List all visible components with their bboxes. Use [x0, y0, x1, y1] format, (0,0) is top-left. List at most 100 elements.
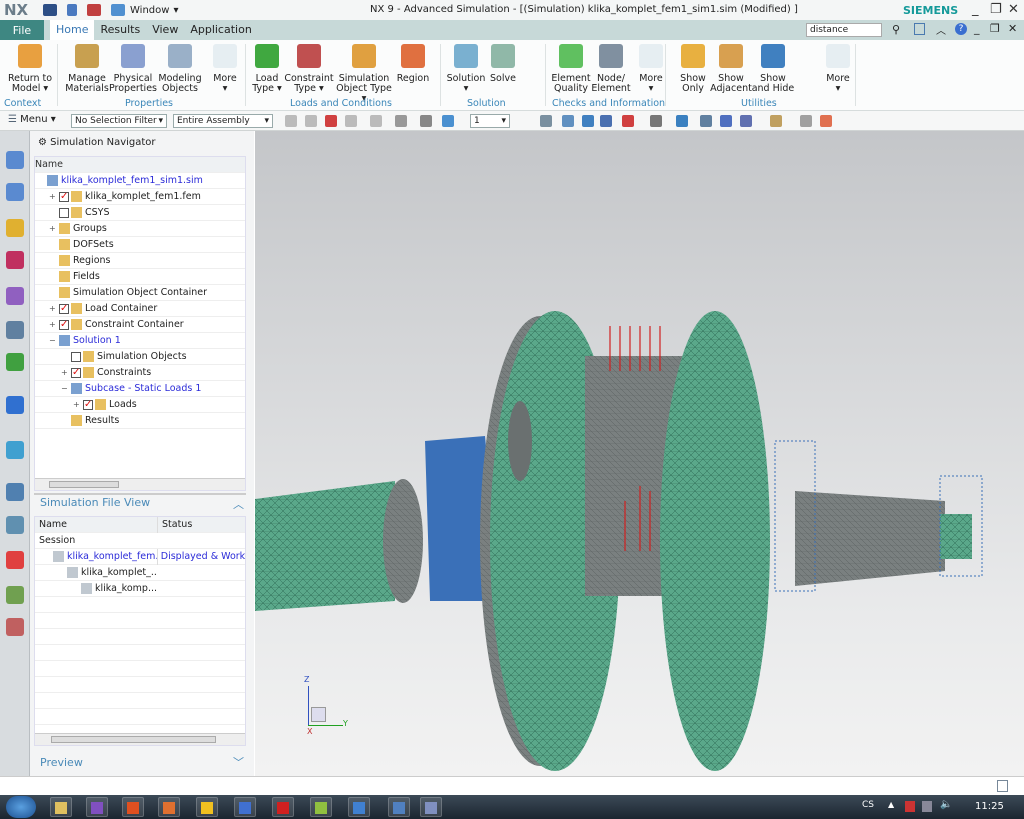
tray-flag-icon[interactable] — [905, 801, 915, 812]
undo-icon[interactable] — [67, 4, 77, 16]
taskbar-app-9[interactable] — [388, 797, 410, 817]
tab-results[interactable]: Results — [94, 20, 146, 40]
toolbar-icon-15[interactable] — [700, 115, 712, 127]
tree-node[interactable]: + Constraint Container — [35, 317, 245, 333]
resource-tab-icon-5[interactable] — [6, 321, 24, 339]
toolbar-icon-11[interactable] — [600, 115, 612, 127]
resource-tab-icon-3[interactable] — [6, 251, 24, 269]
toolbar-icon-16[interactable] — [720, 115, 732, 127]
file-menu-button[interactable]: File — [0, 20, 44, 40]
toolbar-icon-20[interactable] — [820, 115, 832, 127]
toolbar-icon-5[interactable] — [395, 115, 407, 127]
expand-toggle[interactable]: + — [49, 221, 57, 237]
language-indicator[interactable]: CS — [862, 800, 874, 810]
search-icon[interactable]: ⚲ — [892, 23, 900, 36]
tree-node[interactable]: klika_komplet_fem1_sim1.sim — [35, 173, 245, 189]
resource-tab-icon-12[interactable] — [6, 586, 24, 604]
close-button[interactable]: ✕ — [1008, 2, 1019, 17]
doc-minimize-button[interactable]: _ — [974, 22, 980, 35]
doc-restore-button[interactable]: ❐ — [990, 22, 1000, 35]
toolbar-icon-14[interactable] — [676, 115, 688, 127]
assembly-scope-select[interactable]: Entire Assembly ▾ — [173, 114, 273, 128]
tree-node[interactable]: − Solution 1 — [35, 333, 245, 349]
expand-toggle[interactable]: + — [73, 397, 81, 413]
expand-toggle[interactable]: + — [61, 365, 69, 381]
resource-tab-icon-6[interactable] — [6, 353, 24, 371]
taskbar-app-8[interactable] — [348, 797, 370, 817]
tree-node[interactable]: Regions — [35, 253, 245, 269]
start-button[interactable] — [6, 796, 36, 818]
window-menu[interactable]: Window — [130, 5, 169, 16]
toolbar-icon-10[interactable] — [582, 115, 594, 127]
toolbar-icon-0[interactable] — [285, 115, 297, 127]
tree-node[interactable]: DOFSets — [35, 237, 245, 253]
tree-node[interactable]: + Constraints — [35, 365, 245, 381]
fullscreen-icon[interactable] — [914, 23, 925, 35]
ribbon-button-solve-10[interactable]: Solve — [473, 44, 533, 84]
toolbar-icon-6[interactable] — [420, 115, 432, 127]
taskbar-app-3[interactable] — [158, 797, 180, 817]
taskbar-app-10[interactable] — [420, 797, 442, 817]
taskbar-app-5[interactable] — [234, 797, 256, 817]
tray-network-icon[interactable] — [922, 801, 932, 812]
minimize-button[interactable]: _ — [972, 2, 979, 17]
preview-title[interactable]: Preview — [40, 756, 83, 769]
tree-node[interactable]: Simulation Objects — [35, 349, 245, 365]
tray-expand-icon[interactable]: ▲ — [888, 800, 894, 809]
toolbar-icon-18[interactable] — [770, 115, 782, 127]
tree-node[interactable]: + Load Container — [35, 301, 245, 317]
taskbar-app-6[interactable] — [272, 797, 294, 817]
file-row[interactable]: klika_komplet_fem... Displayed & Work — [35, 548, 245, 565]
ribbon-button-show-16[interactable]: Show and Hide — [743, 44, 803, 94]
toolbar-icon-12[interactable] — [622, 115, 634, 127]
tab-home[interactable]: Home — [50, 20, 95, 40]
column-header-name[interactable]: Name — [35, 157, 245, 173]
expand-toggle[interactable]: − — [49, 333, 57, 349]
expand-toggle[interactable]: + — [49, 301, 57, 317]
resource-tab-icon-7[interactable] — [6, 396, 24, 414]
resource-tab-icon-8[interactable] — [6, 441, 24, 459]
tree-node[interactable]: + Groups — [35, 221, 245, 237]
selection-filter-select[interactable]: No Selection Filter ▾ — [71, 114, 167, 128]
doc-close-button[interactable]: ✕ — [1008, 22, 1017, 35]
taskbar-app-1[interactable] — [86, 797, 108, 817]
tree-node[interactable]: Fields — [35, 269, 245, 285]
expand-toggle[interactable]: + — [49, 189, 57, 205]
file-view-title[interactable]: Simulation File View — [40, 496, 150, 509]
collapse-ribbon-icon[interactable]: ︿ — [936, 22, 946, 37]
toolbar-icon-2[interactable] — [325, 115, 337, 127]
file-row[interactable]: klika_komp... — [35, 581, 245, 597]
command-finder-input[interactable]: distance — [806, 23, 882, 37]
tab-application[interactable]: Application — [184, 20, 257, 40]
ribbon-button-more-17[interactable]: More ▾ — [808, 44, 868, 94]
tree-node[interactable]: CSYS — [35, 205, 245, 221]
restore-button[interactable]: ❐ — [990, 2, 1002, 17]
toolbar-icon-1[interactable] — [305, 115, 317, 127]
toolbar-icon-9[interactable] — [562, 115, 574, 127]
visibility-checkbox[interactable] — [83, 397, 93, 413]
resource-tab-icon-4[interactable] — [6, 287, 24, 305]
constraint-quick-icon[interactable] — [87, 4, 101, 16]
tree-node[interactable]: − Subcase - Static Loads 1 — [35, 381, 245, 397]
clock[interactable]: 11:25 — [975, 801, 1004, 812]
pin-icon[interactable]: ⚙ — [38, 137, 50, 148]
taskbar-app-7[interactable] — [310, 797, 332, 817]
crankshaft-model[interactable] — [255, 131, 1024, 776]
collapse-chevron-icon[interactable]: ︿ — [233, 496, 244, 512]
toolbar-icon-17[interactable] — [740, 115, 752, 127]
menu-button[interactable]: ☰ Menu ▾ — [8, 114, 56, 125]
toolbar-icon-4[interactable] — [370, 115, 382, 127]
tree-node[interactable]: Simulation Object Container — [35, 285, 245, 301]
taskbar-app-0[interactable] — [50, 797, 72, 817]
resource-tab-icon-9[interactable] — [6, 483, 24, 501]
toolbar-icon-3[interactable] — [345, 115, 357, 127]
visibility-checkbox[interactable] — [59, 189, 69, 205]
toolbar-icon-7[interactable] — [442, 115, 454, 127]
resource-tab-icon-13[interactable] — [6, 618, 24, 636]
toolbar-icon-13[interactable] — [650, 115, 662, 127]
toolbar-icon-8[interactable] — [540, 115, 552, 127]
column-header-name[interactable]: Name — [35, 517, 157, 533]
column-header-status[interactable]: Status — [157, 516, 192, 533]
tree-node[interactable]: + Loads — [35, 397, 245, 413]
visibility-checkbox[interactable] — [71, 365, 81, 381]
